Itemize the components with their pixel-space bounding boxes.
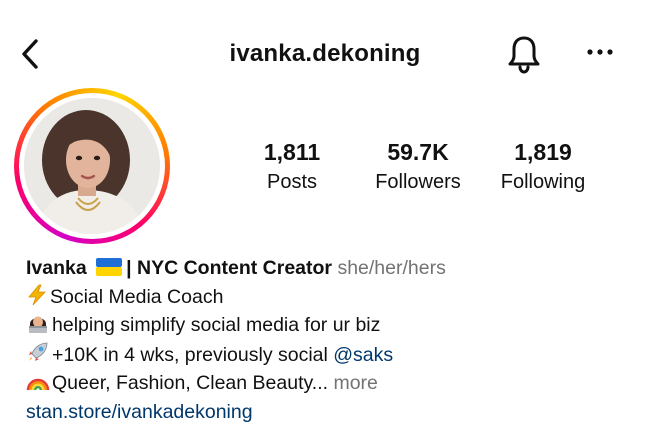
rainbow-icon <box>26 378 50 391</box>
story-ring[interactable] <box>14 88 170 244</box>
mention-link[interactable]: @saks <box>333 344 393 366</box>
display-name-title: | NYC Content Creator <box>126 257 333 279</box>
bio-more-link[interactable]: more <box>333 372 377 394</box>
bio-text-1: Social Media Coach <box>50 285 224 308</box>
more-horizontal-icon <box>587 49 613 55</box>
followers-label: Followers <box>375 171 461 193</box>
more-options-button[interactable] <box>584 40 616 64</box>
bio-line-1: Social Media Coach <box>26 283 636 312</box>
notifications-button[interactable] <box>506 34 542 74</box>
followers-count: 59.7K <box>387 139 449 165</box>
posts-stat[interactable]: 1,811 Posts <box>252 138 332 196</box>
posts-label: Posts <box>266 171 318 193</box>
following-stat[interactable]: 1,819 Following <box>492 138 594 196</box>
followers-stat[interactable]: 59.7K Followers <box>364 138 472 196</box>
display-name: Ivanka <box>26 257 87 279</box>
bio-text-3: +10K in 4 wks, previously social <box>52 343 334 366</box>
bio-text-4: Queer, Fashion, Clean Beauty... <box>52 372 334 394</box>
bio-text-2: helping simplify social media for ur biz <box>52 314 381 336</box>
pronouns: she/her/hers <box>337 257 446 279</box>
bio-line-5: stan.store/ivankadekoning <box>26 398 636 427</box>
bio-line-3: +10K in 4 wks, previously social @saks <box>26 340 636 370</box>
technologist-icon <box>29 316 47 333</box>
rocket-icon <box>29 342 48 361</box>
profile-photo <box>24 98 160 234</box>
posts-count: 1,811 <box>263 139 321 165</box>
ukraine-flag-icon <box>96 258 123 276</box>
profile-username: ivanka.dekoning <box>229 40 421 67</box>
lightning-icon <box>28 284 46 305</box>
following-count: 1,819 <box>514 139 572 165</box>
following-label: Following <box>500 171 586 193</box>
website-link[interactable]: stan.store/ivankadekoning <box>26 401 253 423</box>
profile-bio: Ivanka | NYC Content Creator she/her/her… <box>26 254 636 426</box>
bio-name-line: Ivanka | NYC Content Creator she/her/her… <box>26 254 636 283</box>
bio-line-2: helping simplify social media for ur biz <box>26 311 636 340</box>
avatar <box>24 98 160 234</box>
bell-icon <box>508 36 540 74</box>
bio-line-4: Queer, Fashion, Clean Beauty... more <box>26 369 636 398</box>
